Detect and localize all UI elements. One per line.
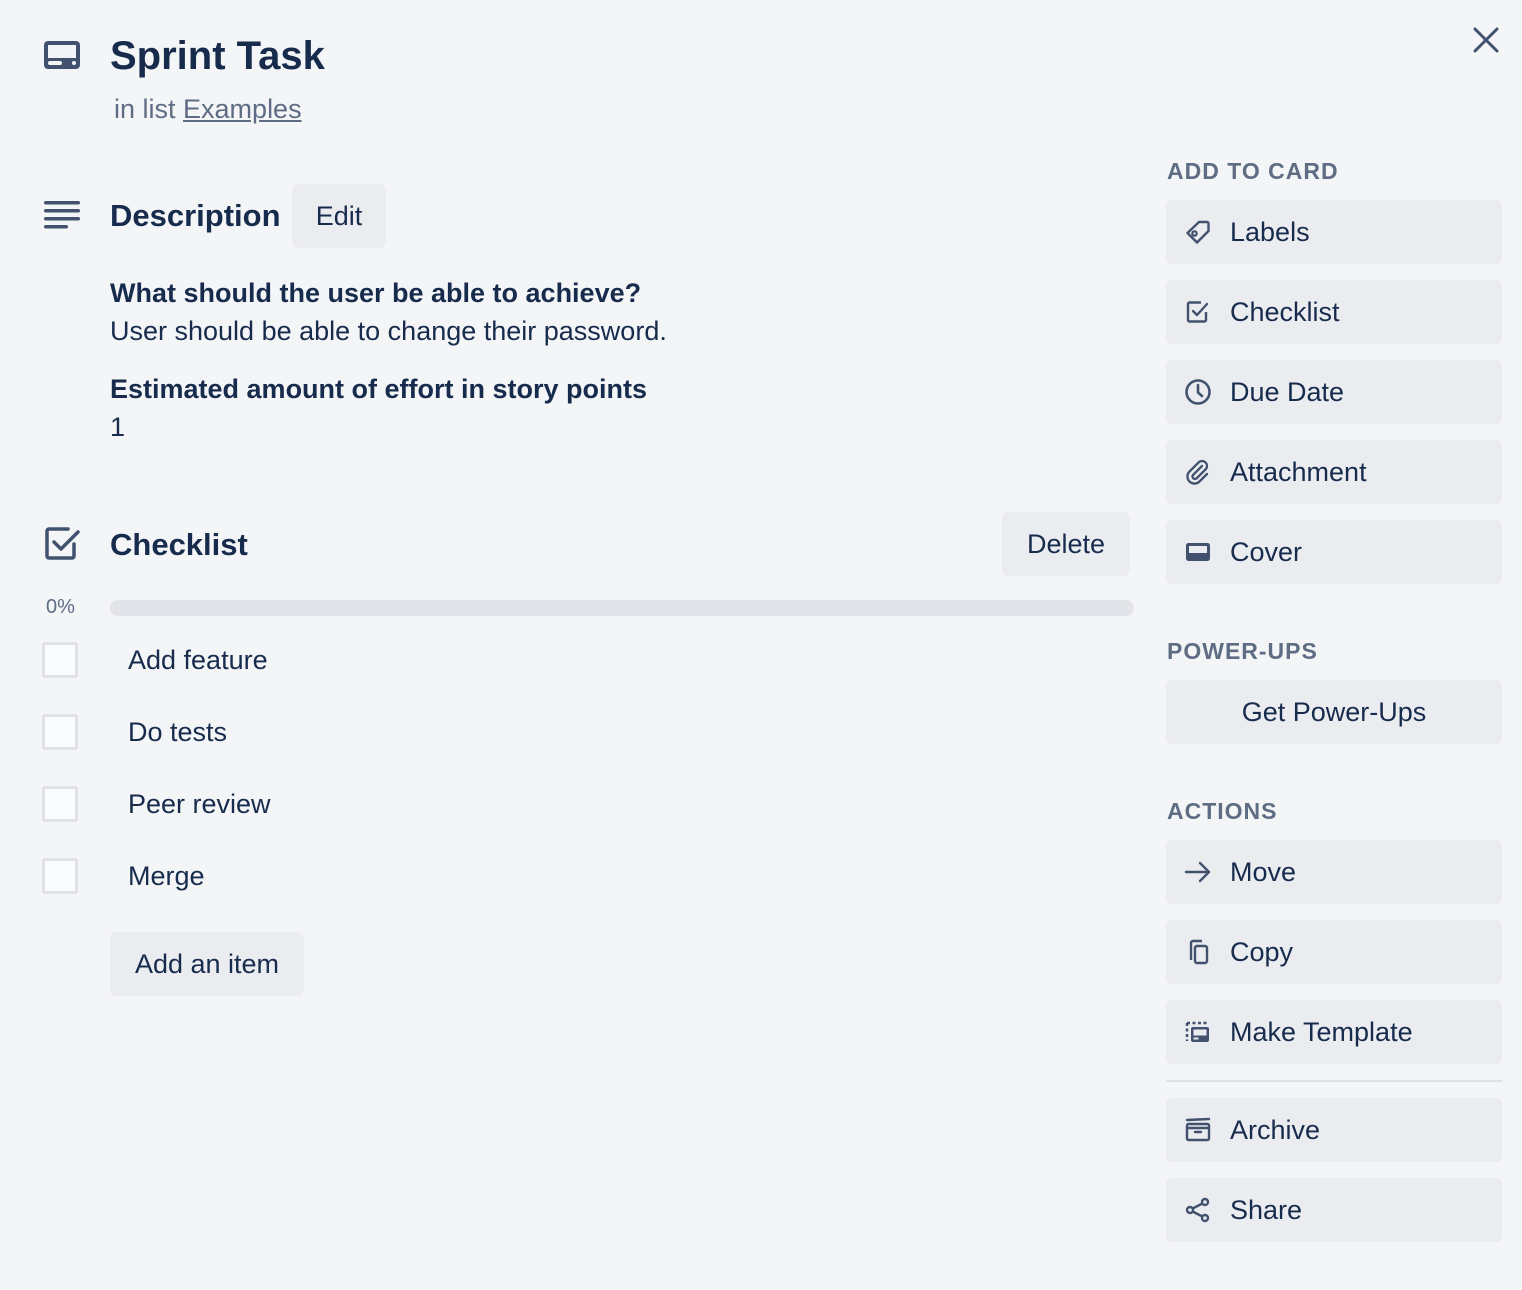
checklist-item-checkbox[interactable] [42, 786, 78, 822]
due-date-button[interactable]: Due Date [1166, 360, 1502, 424]
delete-checklist-button[interactable]: Delete [1002, 512, 1130, 576]
checklist-item-checkbox[interactable] [42, 858, 78, 894]
template-icon [1185, 1021, 1209, 1042]
add-item-button[interactable]: Add an item [110, 932, 304, 996]
close-icon [1473, 27, 1499, 53]
checklist-button-label: Checklist [1230, 296, 1340, 327]
archive-button-label: Archive [1230, 1114, 1321, 1145]
checklist-item-checkbox[interactable] [42, 714, 78, 750]
card-icon [44, 41, 80, 69]
move-button[interactable]: Move [1166, 840, 1502, 904]
attachment-button-label: Attachment [1230, 456, 1367, 487]
add-to-card-heading: ADD TO CARD [1167, 158, 1339, 184]
checklist-item-checkbox[interactable] [42, 642, 78, 678]
cover-icon [1186, 543, 1210, 561]
checklist-progress-bar [110, 600, 1134, 616]
checklist-item-label[interactable]: Peer review [128, 789, 271, 820]
description-icon [44, 201, 80, 229]
description-content[interactable]: What should the user be able to achieve?… [110, 274, 1010, 466]
get-power-ups-button[interactable]: Get Power-Ups [1166, 680, 1502, 744]
checklist-progress-percent: 0% [46, 596, 75, 618]
description-text-1: User should be able to change their pass… [110, 316, 667, 346]
list-prefix: in list [114, 94, 176, 124]
paperclip-icon [1186, 459, 1209, 485]
checklist-item-label[interactable]: Do tests [128, 717, 227, 748]
attachment-button[interactable]: Attachment [1166, 440, 1502, 504]
actions-heading: ACTIONS [1167, 798, 1278, 824]
card-list-info: in list Examples [114, 92, 302, 126]
cover-button[interactable]: Cover [1166, 520, 1502, 584]
archive-button[interactable]: Archive [1166, 1098, 1502, 1162]
checklist-item-label[interactable]: Add feature [128, 645, 268, 676]
labels-button-label: Labels [1230, 216, 1310, 247]
close-button[interactable] [1468, 22, 1504, 58]
card-title[interactable]: Sprint Task [110, 30, 325, 82]
description-heading-2: Estimated amount of effort in story poin… [110, 374, 648, 404]
tag-icon [1186, 220, 1210, 244]
share-button-label: Share [1230, 1194, 1303, 1225]
checkbox-icon [1186, 301, 1209, 323]
power-ups-heading: POWER-UPS [1167, 638, 1318, 664]
due-date-button-label: Due Date [1230, 376, 1345, 407]
move-button-label: Move [1230, 856, 1297, 887]
copy-button-label: Copy [1230, 936, 1294, 967]
arrow-right-icon [1184, 861, 1211, 883]
copy-icon [1189, 939, 1209, 965]
share-icon [1185, 1197, 1210, 1223]
checklist-item: Peer review [42, 784, 1132, 824]
checklist-icon [45, 527, 80, 560]
checklist-button[interactable]: Checklist [1166, 280, 1502, 344]
clock-icon [1185, 379, 1211, 405]
labels-button[interactable]: Labels [1166, 200, 1502, 264]
checklist-item-label[interactable]: Merge [128, 861, 205, 892]
card-detail-dialog: Sprint Task in list Examples Description… [0, 0, 1522, 1290]
checklist-item: Merge [42, 856, 1132, 896]
edit-description-button[interactable]: Edit [292, 184, 386, 248]
get-power-ups-label: Get Power-Ups [1241, 696, 1427, 727]
checklist-title[interactable]: Checklist [110, 525, 248, 565]
description-heading-1: What should the user be able to achieve? [110, 278, 642, 308]
checklist-item: Do tests [42, 712, 1132, 752]
make-template-button[interactable]: Make Template [1166, 1000, 1502, 1064]
archive-icon [1185, 1117, 1211, 1142]
checklist-item: Add feature [42, 640, 1132, 680]
share-button[interactable]: Share [1166, 1178, 1502, 1242]
list-link[interactable]: Examples [183, 94, 302, 124]
copy-button[interactable]: Copy [1166, 920, 1502, 984]
cover-button-label: Cover [1230, 536, 1303, 567]
actions-divider [1166, 1080, 1502, 1082]
description-text-2: 1 [110, 412, 126, 442]
description-title: Description [110, 198, 281, 233]
make-template-button-label: Make Template [1230, 1016, 1413, 1047]
